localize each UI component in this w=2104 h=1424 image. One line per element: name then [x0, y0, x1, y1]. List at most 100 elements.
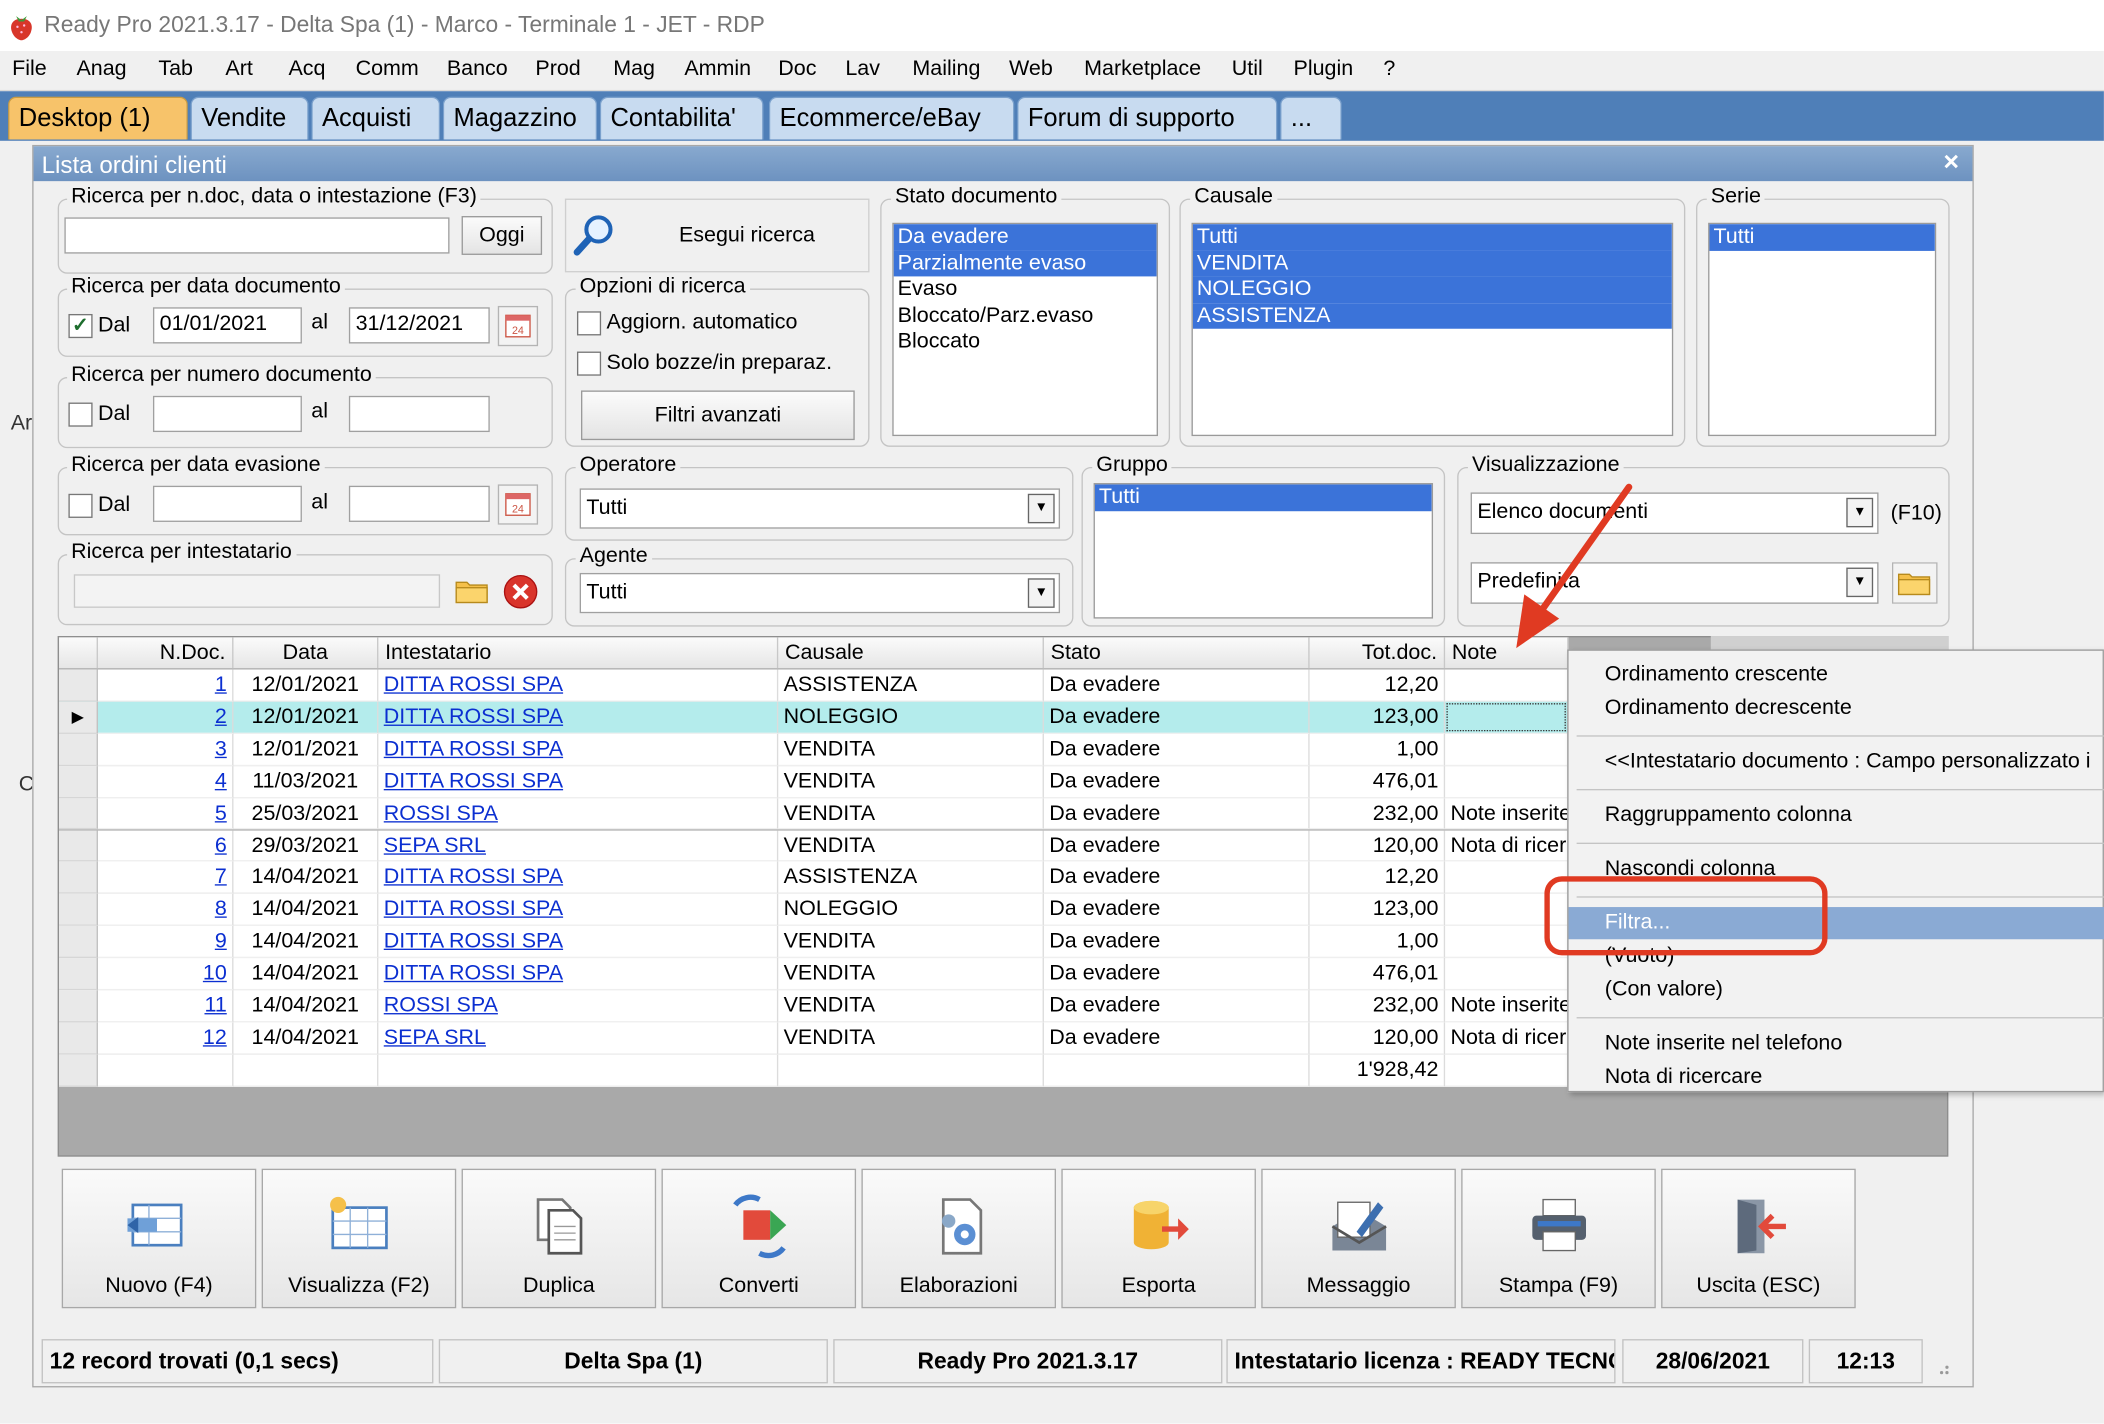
auto-update-checkbox[interactable]	[576, 311, 602, 336]
table-row[interactable]: 6 29/03/2021 SEPA SRL VENDITA Da evadere 120,…	[59, 829, 1569, 862]
list-item[interactable]: Evaso	[894, 276, 1157, 302]
menu-item-14[interactable]: Marketplace	[1084, 58, 1201, 82]
agent-select[interactable]: Tutti ▼	[579, 572, 1061, 614]
date-doc-checkbox[interactable]: ✓	[68, 313, 93, 339]
row-selector[interactable]	[59, 765, 98, 798]
cell-n[interactable]: 3	[97, 733, 234, 766]
holder-field[interactable]	[73, 574, 441, 608]
context-menu-item[interactable]: Ordinamento decrescente	[1569, 692, 2104, 724]
resize-grip-icon[interactable]	[1932, 1358, 1951, 1377]
tab-5[interactable]: Ecommerce/eBay	[768, 96, 1015, 140]
column-header[interactable]: Causale	[778, 637, 1044, 669]
cell-intestatario[interactable]: SEPA SRL	[378, 1022, 779, 1055]
close-icon[interactable]: ×	[1943, 148, 1959, 179]
menu-item-16[interactable]: Plugin	[1293, 58, 1353, 82]
row-selector[interactable]	[59, 894, 98, 927]
cell-intestatario[interactable]: DITTA ROSSI SPA	[378, 765, 779, 798]
menu-item-8[interactable]: Mag	[613, 58, 655, 82]
table-row[interactable]: 11 14/04/2021 ROSSI SPA VENDITA Da evadere 23…	[59, 990, 1569, 1023]
cell-n[interactable]: 7	[97, 861, 234, 895]
column-header[interactable]: Stato	[1044, 637, 1310, 669]
row-selector[interactable]	[59, 733, 98, 766]
status-list[interactable]: Da evadere Parzialmente evaso Evaso Bloccat…	[892, 222, 1158, 437]
toolbar-button-5[interactable]: Esporta	[1061, 1168, 1256, 1309]
chevron-down-icon[interactable]: ▼	[1027, 493, 1055, 524]
table-row[interactable]: 5 25/03/2021 ROSSI SPA VENDITA Da evadere 232…	[59, 797, 1569, 830]
cell-n[interactable]: 1	[97, 669, 234, 702]
num-doc-from-field[interactable]	[152, 395, 302, 433]
drafts-only-checkbox[interactable]	[576, 351, 602, 376]
context-menu-item[interactable]: Note inserite nel telefono	[1569, 1028, 2104, 1060]
context-menu-item[interactable]: Nota di ricercare	[1569, 1061, 2104, 1093]
list-item[interactable]: ASSISTENZA	[1192, 302, 1672, 329]
menu-item-10[interactable]: Doc	[778, 58, 816, 82]
cell-intestatario[interactable]: DITTA ROSSI SPA	[378, 701, 779, 734]
tab-3[interactable]: Magazzino	[442, 96, 598, 140]
menu-item-17[interactable]: ?	[1383, 58, 1395, 82]
cell-n[interactable]: 10	[97, 958, 234, 991]
list-item[interactable]: Da evadere	[893, 224, 1157, 251]
menu-item-4[interactable]: Acq	[288, 58, 325, 82]
toolbar-button-8[interactable]: Uscita (ESC)	[1661, 1168, 1856, 1309]
tab-0[interactable]: Desktop (1)	[8, 96, 188, 140]
menu-item-12[interactable]: Mailing	[912, 58, 980, 82]
table-row[interactable]: 10 14/04/2021 DITTA ROSSI SPA VENDITA Da eva…	[59, 958, 1569, 991]
list-item[interactable]: VENDITA	[1192, 250, 1672, 277]
date-evas-to-field[interactable]	[348, 485, 490, 522]
menu-item-5[interactable]: Comm	[356, 58, 419, 82]
cell-intestatario[interactable]: DITTA ROSSI SPA	[378, 958, 779, 991]
row-selector[interactable]: ▶	[59, 701, 98, 734]
chevron-down-icon[interactable]: ▼	[1846, 497, 1874, 528]
menu-item-9[interactable]: Ammin	[684, 58, 751, 82]
calendar-icon[interactable]: 24	[497, 305, 539, 347]
row-selector[interactable]	[59, 958, 98, 991]
cell-intestatario[interactable]: DITTA ROSSI SPA	[378, 733, 779, 766]
row-selector[interactable]	[59, 1022, 98, 1055]
chevron-down-icon[interactable]: ▼	[1846, 567, 1874, 598]
cell-intestatario[interactable]: DITTA ROSSI SPA	[378, 926, 779, 959]
cell-n[interactable]: 12	[97, 1022, 234, 1055]
cell-n[interactable]: 11	[97, 990, 234, 1023]
list-item[interactable]: Parzialmente evaso	[893, 250, 1157, 277]
advanced-filters-button[interactable]: Filtri avanzati	[580, 390, 855, 441]
tab-4[interactable]: Contabilita'	[599, 96, 764, 140]
toolbar-button-7[interactable]: Stampa (F9)	[1461, 1168, 1656, 1309]
folder-icon[interactable]	[1891, 562, 1938, 604]
table-row[interactable]: 12 14/04/2021 SEPA SRL VENDITA Da evadere 120…	[59, 1022, 1569, 1055]
table-row[interactable]: 9 14/04/2021 DITTA ROSSI SPA VENDITA Da evad…	[59, 926, 1569, 959]
toolbar-button-4[interactable]: Elaborazioni	[861, 1168, 1056, 1309]
table-row[interactable]: 4 11/03/2021 DITTA ROSSI SPA VENDITA Da evad…	[59, 765, 1569, 798]
toolbar-button-2[interactable]: Duplica	[461, 1168, 657, 1309]
column-header[interactable]: Tot.doc.	[1310, 637, 1446, 669]
table-row[interactable]: ▶ 2 12/01/2021 DITTA ROSSI SPA NOLEGGIO Da ev…	[59, 701, 1569, 734]
toolbar-button-6[interactable]: Messaggio	[1261, 1168, 1456, 1309]
menu-item-2[interactable]: Tab	[158, 58, 193, 82]
row-selector[interactable]	[59, 797, 98, 830]
folder-icon[interactable]	[452, 573, 492, 608]
toolbar-button-0[interactable]: Nuovo (F4)	[61, 1168, 257, 1309]
menu-item-3[interactable]: Art	[225, 58, 252, 82]
list-item[interactable]: NOLEGGIO	[1192, 276, 1672, 303]
column-header[interactable]: Intestatario	[378, 637, 779, 669]
run-search-button[interactable]: Esegui ricerca	[564, 198, 870, 273]
menu-item-0[interactable]: File	[12, 58, 47, 82]
cell-n[interactable]: 5	[97, 797, 234, 830]
cell-n[interactable]: 2	[97, 701, 234, 734]
date-evas-checkbox[interactable]	[68, 493, 93, 518]
clear-icon[interactable]	[502, 573, 540, 611]
row-selector[interactable]	[59, 926, 98, 959]
operator-select[interactable]: Tutti ▼	[579, 488, 1061, 529]
date-doc-to-field[interactable]: 31/12/2021	[348, 307, 490, 344]
cell-n[interactable]: 8	[97, 894, 234, 927]
group-list[interactable]: Tutti	[1093, 483, 1434, 619]
row-selector[interactable]	[59, 990, 98, 1023]
search-input[interactable]	[64, 217, 450, 254]
row-selector[interactable]	[59, 669, 98, 702]
toolbar-button-1[interactable]: Visualizza (F2)	[261, 1168, 457, 1309]
cell-intestatario[interactable]: DITTA ROSSI SPA	[378, 669, 779, 702]
menu-item-13[interactable]: Web	[1009, 58, 1053, 82]
num-doc-checkbox[interactable]	[68, 402, 93, 427]
menu-item-1[interactable]: Anag	[76, 58, 126, 82]
date-doc-from-field[interactable]: 01/01/2021	[152, 307, 302, 344]
context-menu-item[interactable]: (Con valore)	[1569, 974, 2104, 1006]
